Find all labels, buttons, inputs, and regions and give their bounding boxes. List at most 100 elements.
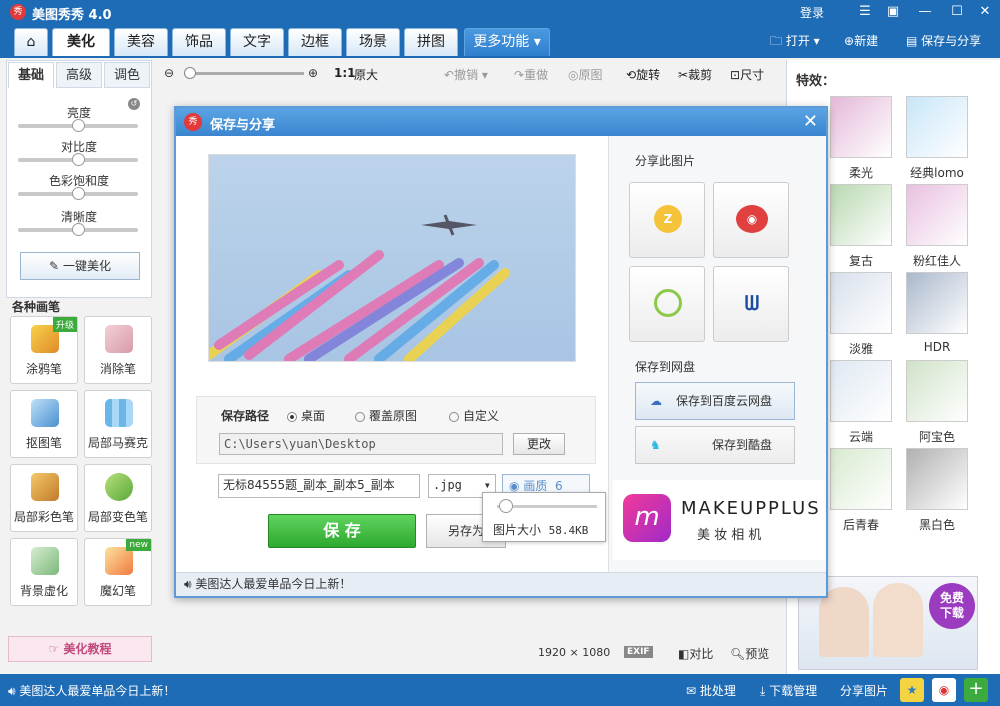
batch-button[interactable]: ✉ 批处理 (686, 682, 736, 699)
effect-thumb[interactable] (830, 448, 892, 510)
effect-label: 云端 (848, 430, 873, 444)
zoom-out-icon[interactable]: ⊖ (164, 66, 174, 80)
zoom-knob[interactable] (184, 67, 196, 79)
zoom-slider[interactable] (184, 67, 304, 79)
tab-text[interactable]: 文字 (230, 28, 284, 56)
free-download-button[interactable]: 免费 下载 (929, 583, 975, 629)
share-pengyou-button[interactable] (629, 266, 705, 342)
change-path-button[interactable]: 更改 (513, 433, 565, 455)
option-label: 桌面 (301, 409, 326, 423)
tool-color-pen[interactable]: 局部彩色笔 (10, 464, 78, 532)
maximize-icon[interactable]: ☐ (948, 3, 966, 21)
effect-thumb[interactable] (830, 184, 892, 246)
effect-thumb[interactable] (830, 360, 892, 422)
save-path-label: 保存路径 (221, 409, 270, 423)
quality-knob[interactable] (499, 499, 513, 513)
tab-beautify[interactable]: 美化 (52, 28, 110, 56)
effect-thumb[interactable] (830, 96, 892, 158)
download-manager-button[interactable]: ⤓ 下载管理 (760, 682, 817, 699)
subtab-advanced[interactable]: 高级 (56, 62, 102, 88)
effect-thumb[interactable] (906, 360, 968, 422)
makeupplus-ad[interactable]: m MAKEUPPLUS 美 妆 相 机 (613, 480, 825, 560)
effect-thumb[interactable] (906, 272, 968, 334)
minimize-icon[interactable]: — (916, 3, 934, 21)
open-button[interactable]: 🗀 打开 ▾ (770, 32, 820, 53)
tool-blur-bg[interactable]: 背景虚化 (10, 538, 78, 606)
tool-recolor[interactable]: 局部变色笔 (84, 464, 152, 532)
rotate-button[interactable]: ⟲旋转 (626, 66, 660, 83)
news-text[interactable]: 🔊︎ 美图达人最爱单品今日上新！ (8, 682, 175, 699)
subtab-color[interactable]: 调色 (104, 62, 150, 88)
original-size-button[interactable]: 原大 (354, 66, 378, 83)
effect-thumb[interactable] (906, 184, 968, 246)
kuaipan-button[interactable]: ♞ 保存到酷盘 (635, 426, 795, 464)
save-share-button[interactable]: ▤ 保存与分享 (906, 32, 981, 49)
brightness-slider[interactable] (18, 119, 138, 132)
option-desktop[interactable]: 桌面 (287, 407, 325, 424)
more-share-icon[interactable]: + (964, 678, 988, 702)
qzone-icon[interactable]: ★ (900, 678, 924, 702)
tool-magic-pen[interactable]: new 魔幻笔 (84, 538, 152, 606)
effect-thumb[interactable] (906, 448, 968, 510)
saturation-knob[interactable] (72, 187, 85, 200)
share-image-button[interactable]: 分享图片 (840, 682, 888, 699)
tab-scene[interactable]: 场景 (346, 28, 400, 56)
effect-thumb[interactable] (906, 96, 968, 158)
tab-collage[interactable]: 拼图 (404, 28, 458, 56)
save-button[interactable]: 保 存 (268, 514, 416, 548)
tab-more[interactable]: 更多功能 ▾ (464, 28, 550, 56)
share-weibo-button[interactable]: ◉ (713, 182, 789, 258)
compare-button[interactable]: ◧对比 (678, 645, 713, 662)
baidu-cloud-button[interactable]: ☁ 保存到百度云网盘 (635, 382, 795, 420)
original-button[interactable]: ◎原图 (568, 66, 603, 83)
share-qzone-button[interactable]: Z (629, 182, 705, 258)
preview-label: 预览 (745, 647, 770, 661)
size-value: 58.4KB (548, 524, 589, 537)
saturation-slider[interactable] (18, 187, 138, 200)
undo-button[interactable]: ↶撤销 ▾ (444, 66, 488, 83)
quality-slider[interactable] (497, 499, 597, 513)
zoom-in-icon[interactable]: ⊕ (308, 66, 318, 80)
redo-button[interactable]: ↷重做 (514, 66, 548, 83)
new-button[interactable]: ⊕新建 (844, 32, 878, 49)
weibo-icon[interactable]: ◉ (932, 678, 956, 702)
skin-icon[interactable]: ▣ (884, 3, 902, 21)
sharpness-slider[interactable] (18, 223, 138, 236)
format-value: .jpg (433, 478, 462, 492)
path-field[interactable]: C:\Users\yuan\Desktop (219, 433, 503, 455)
menu-icon[interactable]: ☰ (856, 3, 874, 21)
tab-accessories[interactable]: 饰品 (172, 28, 226, 56)
contrast-knob[interactable] (72, 153, 85, 166)
canvas-height: 1080 (582, 646, 611, 659)
preview-button[interactable]: 🔍︎预览 (730, 645, 769, 662)
tool-cutout[interactable]: 抠图笔 (10, 390, 78, 458)
tutorial-button[interactable]: ☞ 美化教程 (8, 636, 152, 662)
radio-icon (355, 411, 365, 422)
home-tab[interactable]: ⌂ (14, 28, 48, 56)
effect-thumb[interactable] (830, 272, 892, 334)
contrast-slider[interactable] (18, 153, 138, 166)
share-renren-button[interactable]: ᗯ (713, 266, 789, 342)
tool-doodle[interactable]: 升级 涂鸦笔 (10, 316, 78, 384)
tab-makeup[interactable]: 美容 (114, 28, 168, 56)
tool-eraser[interactable]: 消除笔 (84, 316, 152, 384)
close-icon[interactable]: ✕ (976, 3, 994, 21)
exif-badge[interactable]: EXIF (624, 646, 653, 658)
sharpness-knob[interactable] (72, 223, 85, 236)
login-link[interactable]: 登录 (800, 4, 824, 21)
close-icon[interactable]: ✕ (803, 111, 818, 132)
brightness-knob[interactable] (72, 119, 85, 132)
ratio-label[interactable]: 1:1 (334, 66, 356, 80)
filename-field[interactable]: 无标84555题_副本_副本5_副本 (218, 474, 420, 498)
option-overwrite[interactable]: 覆盖原图 (355, 407, 417, 424)
option-custom[interactable]: 自定义 (449, 407, 499, 424)
crop-button[interactable]: ✂裁剪 (678, 66, 712, 83)
resize-button[interactable]: ⊡尺寸 (730, 66, 764, 83)
effect-label: 经典lomo (910, 166, 964, 180)
one-key-beautify-button[interactable]: ✎ 一键美化 (20, 252, 140, 280)
subtab-basic[interactable]: 基础 (8, 62, 54, 88)
effect-label: 后青春 (842, 518, 879, 532)
batch-label: 批处理 (699, 684, 736, 698)
tab-frame[interactable]: 边框 (288, 28, 342, 56)
tool-mosaic[interactable]: 局部马赛克 (84, 390, 152, 458)
